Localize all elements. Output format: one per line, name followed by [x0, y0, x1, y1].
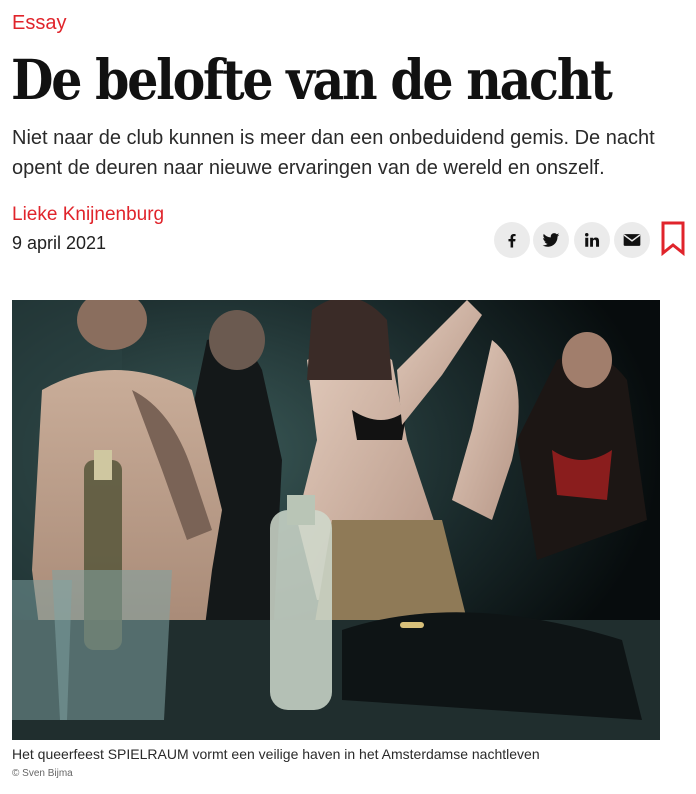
twitter-icon — [542, 233, 560, 247]
publish-date: 9 april 2021 — [12, 233, 107, 253]
share-linkedin-button[interactable] — [574, 222, 610, 258]
share-facebook-button[interactable] — [494, 222, 530, 258]
article-title: De belofte van de nacht — [11, 47, 613, 113]
share-email-button[interactable] — [614, 222, 650, 258]
email-icon — [623, 234, 641, 246]
author-link[interactable]: Lieke Knijnenburg — [12, 204, 164, 226]
share-twitter-button[interactable] — [533, 222, 569, 258]
photo-credit: © Sven Bijma — [12, 768, 73, 779]
article-photo — [12, 300, 660, 740]
bookmark-button[interactable] — [660, 220, 686, 257]
article-intro: Niet naar de club kunnen is meer dan een… — [12, 127, 655, 179]
photo-caption: Het queerfeest SPIELRAUM vormt een veili… — [12, 746, 540, 762]
bookmark-icon — [661, 221, 685, 257]
linkedin-icon — [585, 233, 600, 247]
facebook-icon — [508, 234, 516, 248]
article-category[interactable]: Essay — [12, 12, 66, 35]
